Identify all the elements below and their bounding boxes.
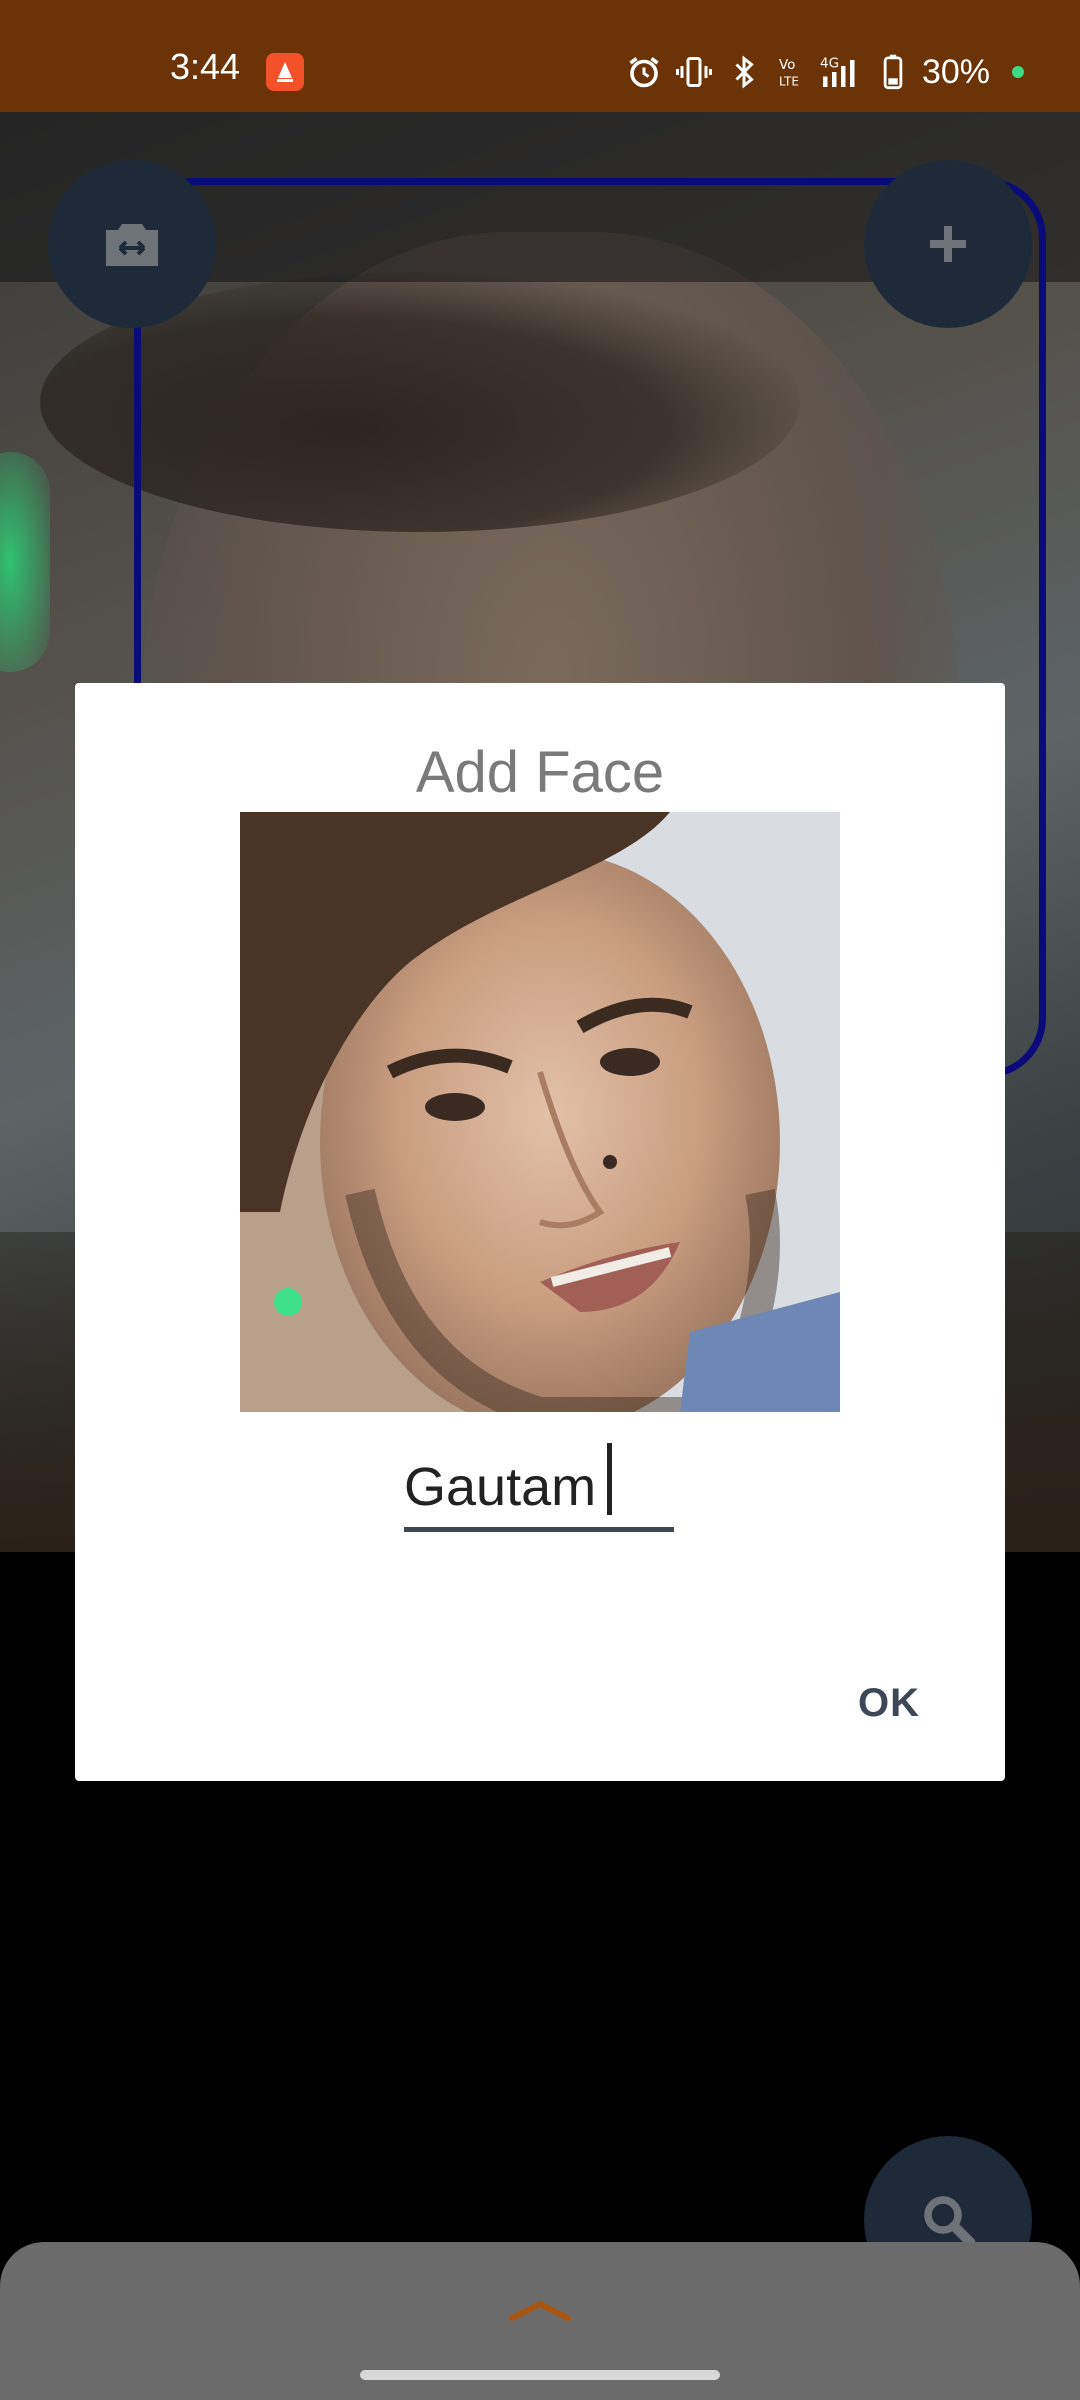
- text-cursor: [607, 1443, 612, 1515]
- face-photo-image: [240, 812, 840, 1412]
- plus-icon: [930, 226, 966, 262]
- gesture-nav-handle[interactable]: [360, 2370, 720, 2380]
- battery-percent: 30%: [921, 52, 990, 91]
- svg-text:4G: 4G: [820, 56, 839, 72]
- dialog-title: Add Face: [415, 740, 665, 805]
- search-icon: [924, 2196, 976, 2248]
- add-face-button[interactable]: [864, 160, 1032, 328]
- status-time: 3:44: [170, 46, 241, 87]
- svg-text:LTE: LTE: [779, 75, 799, 89]
- battery-icon: [883, 54, 903, 90]
- face-photo: [240, 812, 840, 1412]
- bluetooth-icon: [735, 55, 754, 89]
- status-bar: 3:44 Vo LTE 4G 30%: [0, 0, 1080, 112]
- add-face-dialog: Add Face Gautam OK: [75, 683, 1005, 1781]
- preview-light: [0, 452, 50, 672]
- name-input[interactable]: [404, 1447, 674, 1532]
- app-notification-icon: [266, 53, 304, 91]
- switch-camera-button[interactable]: [48, 160, 216, 328]
- volte-icon: Vo LTE: [779, 57, 799, 89]
- signal-icon: 4G: [820, 56, 855, 87]
- alarm-icon: [629, 57, 659, 88]
- status-icons: Vo LTE 4G 30%: [626, 50, 1024, 94]
- bottom-sheet[interactable]: [0, 2242, 1080, 2400]
- privacy-indicator-dot: [1012, 66, 1024, 78]
- ok-button[interactable]: OK: [829, 1663, 949, 1743]
- chevron-up-icon[interactable]: [508, 2294, 572, 2326]
- camera-switch-icon: [106, 224, 158, 266]
- vibrate-icon: [675, 57, 712, 87]
- svg-text:Vo: Vo: [779, 57, 795, 73]
